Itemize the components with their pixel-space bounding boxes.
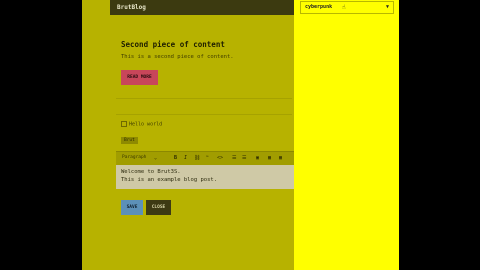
divider (116, 98, 292, 99)
hello-world-checkbox[interactable]: Hello world (121, 121, 162, 128)
editor-line: Welcome to Brut3S. (121, 169, 181, 175)
post-body-editor[interactable]: Welcome to Brut3S. This is an example bl… (116, 165, 294, 189)
brand-logo-text[interactable]: BrutBlog (117, 4, 146, 11)
theme-select-value: cyberpunk (305, 4, 333, 10)
paragraph-select[interactable]: Paragraph (122, 155, 146, 160)
quote-icon[interactable]: ❝ (206, 155, 209, 161)
read-more-button[interactable]: READ MORE (121, 70, 158, 85)
site-header: BrutBlog (110, 0, 294, 15)
post-text: This is a second piece of content. (121, 54, 234, 60)
chevron-down-icon[interactable]: ⌄ (154, 155, 157, 161)
checkbox-icon[interactable] (121, 121, 127, 127)
editor-line: This is an example blog post. (121, 177, 218, 183)
more-icon[interactable]: ▦ (279, 155, 282, 161)
link-icon[interactable]: ⛓ (194, 155, 200, 161)
post-title: Second piece of content (121, 40, 225, 49)
numbered-list-icon[interactable]: ☰ (242, 155, 246, 161)
editor-toolbar: Paragraph ⌄ B I ⛓ ❝ <> ☰ ☰ ▣ ▦ ▦ (116, 151, 294, 166)
divider (116, 114, 292, 115)
italic-icon[interactable]: I (184, 155, 187, 161)
theme-panel (294, 0, 399, 270)
table-icon[interactable]: ▦ (268, 155, 271, 161)
bullet-list-icon[interactable]: ☰ (232, 155, 236, 161)
tag-badge[interactable]: Brut (121, 137, 138, 144)
theme-select[interactable]: cyberpunk ☝ ▼ (300, 1, 394, 14)
pointer-cursor-icon: ☝ (342, 4, 346, 11)
checkbox-label: Hello world (129, 121, 163, 128)
code-icon[interactable]: <> (217, 155, 223, 161)
image-icon[interactable]: ▣ (256, 155, 259, 161)
save-button[interactable]: SAVE (121, 200, 143, 215)
bold-icon[interactable]: B (174, 155, 177, 161)
chevron-down-icon: ▼ (385, 4, 389, 10)
close-button[interactable]: CLOSE (146, 200, 171, 215)
